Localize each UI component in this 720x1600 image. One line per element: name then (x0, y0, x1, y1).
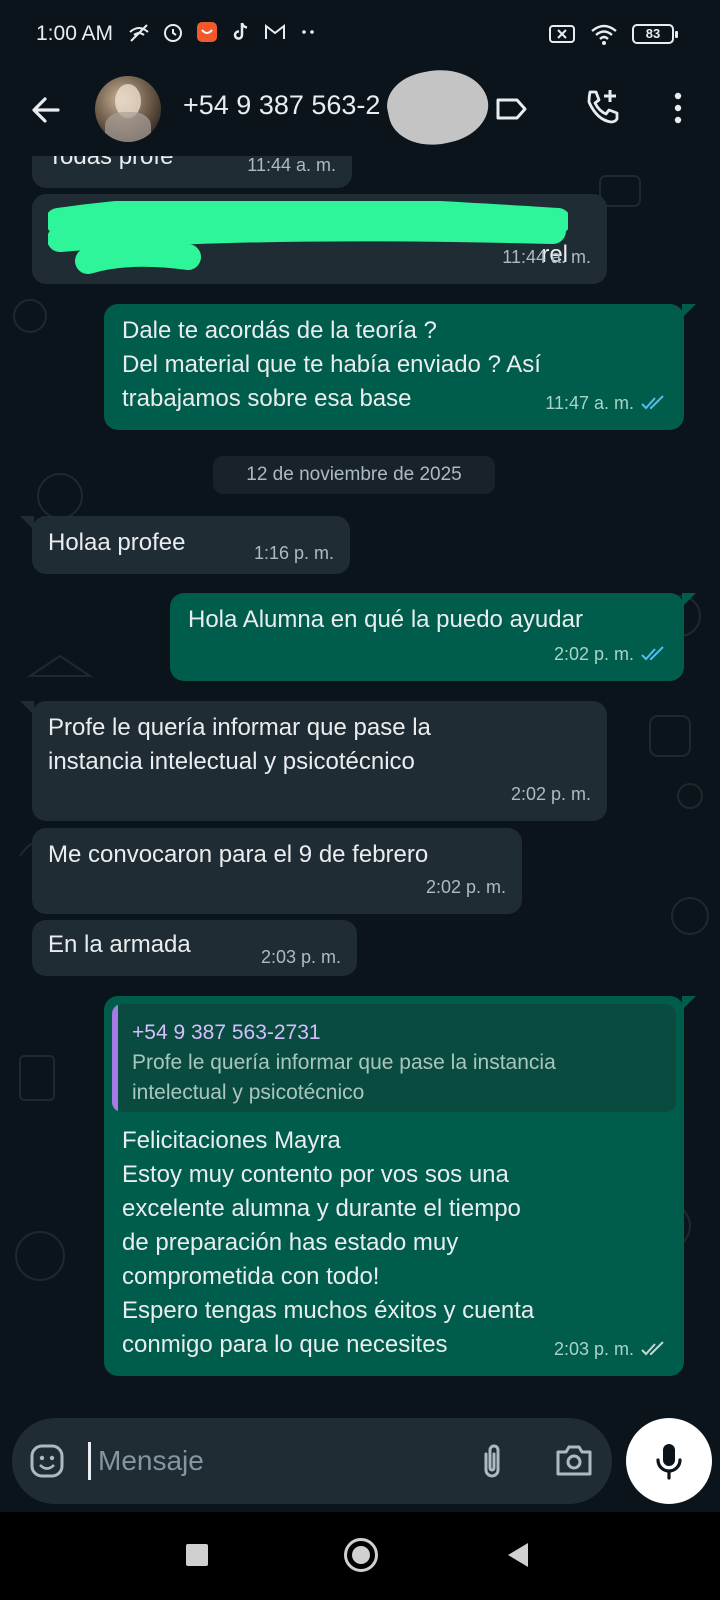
redaction-blob (381, 60, 495, 154)
message-text: Me convocaron para el 9 de febrero (48, 841, 429, 868)
message-bubble-incoming[interactable]: Todas profe 11:44 a. m. (32, 156, 352, 188)
message-input[interactable] (98, 1434, 458, 1488)
read-ticks-icon (641, 646, 664, 661)
message-bubble-incoming[interactable]: Profe le quería informar que pase la ins… (20, 701, 607, 821)
redaction-scribble (48, 201, 568, 274)
back-button[interactable] (508, 1543, 528, 1567)
more-dots-icon (302, 30, 314, 34)
message-time: 2:02 p. m. (511, 777, 591, 811)
message-bubble-incoming[interactable]: Holaa profee 1:16 p. m. (20, 516, 350, 574)
message-bubble-incoming[interactable]: En la armada 2:03 p. m. (32, 920, 357, 976)
message-time: 2:02 p. m. (426, 870, 506, 904)
status-time: 1:00 AM (36, 22, 114, 45)
status-bar: 1:00 AM 83 (0, 0, 720, 70)
message-bubble-outgoing[interactable]: +54 9 387 563-2731 Profe le quería infor… (104, 996, 696, 1376)
more-vert-icon[interactable] (660, 88, 696, 128)
message-time: 2:03 p. m. (554, 1332, 668, 1366)
time-label: 1:16 p. m. (253, 543, 334, 563)
message-text: Holaa profee (48, 529, 186, 556)
message-bubble-incoming[interactable]: Me convocaron para el 9 de febrero 2:02 … (32, 828, 522, 914)
app-notification-icon (197, 22, 217, 42)
camera-icon[interactable] (552, 1440, 596, 1482)
label-icon[interactable] (493, 90, 531, 128)
battery-icon: 83 (632, 24, 678, 44)
sim-x-icon (549, 25, 575, 43)
mic-button[interactable] (626, 1418, 712, 1504)
contact-avatar[interactable] (95, 76, 161, 142)
time-label: 11:44 a. m. (247, 156, 336, 175)
attach-icon[interactable] (472, 1440, 512, 1482)
chat-area[interactable]: Todas profe 11:44 a. m. s rel 11:44 a. m… (0, 156, 720, 1416)
message-time: 1:16 p. m. (254, 536, 334, 570)
text-cursor (88, 1442, 91, 1480)
delivered-ticks-icon (641, 1341, 664, 1356)
tiktok-icon (233, 22, 248, 40)
message-text: Hola Alumna en qué la puedo ayudar (188, 606, 583, 633)
emoji-icon[interactable] (28, 1442, 66, 1480)
message-time: 2:03 p. m. (261, 940, 341, 974)
time-label: 2:03 p. m. (553, 1339, 634, 1359)
home-button[interactable] (344, 1538, 378, 1572)
message-time: 11:47 a. m. (545, 386, 668, 420)
wifi-icon (591, 24, 617, 45)
time-label: 11:47 a. m. (545, 393, 634, 413)
message-composer (12, 1418, 612, 1504)
alarm-icon (164, 24, 182, 42)
time-label: 2:03 p. m. (260, 947, 341, 967)
wifi-off-call-icon (129, 24, 149, 42)
status-system-icons: 83 (548, 22, 678, 46)
quote-sender: +54 9 387 563-2731 (132, 1021, 321, 1044)
message-time: 2:02 p. m. (554, 637, 668, 671)
message-text: En la armada (48, 931, 191, 958)
quoted-message[interactable]: +54 9 387 563-2731 Profe le quería infor… (112, 1004, 676, 1112)
message-time: 11:44 a. m. (247, 156, 336, 182)
time-label: 2:02 p. m. (425, 877, 506, 897)
message-bubble-outgoing[interactable]: Dale te acordás de la teoría ? Del mater… (104, 304, 696, 430)
read-ticks-icon (641, 395, 664, 410)
recents-button[interactable] (186, 1544, 208, 1566)
contact-name[interactable]: +54 9 387 563-2 (183, 90, 380, 121)
chat-header: +54 9 387 563-2 (0, 60, 720, 156)
mic-icon (656, 1444, 682, 1480)
gmail-icon (265, 23, 285, 39)
quote-bar (112, 1004, 118, 1112)
time-label: 2:02 p. m. (510, 784, 591, 804)
back-arrow-icon[interactable] (26, 90, 66, 130)
add-call-icon[interactable] (582, 86, 622, 126)
message-text: Profe le quería informar que pase la ins… (48, 714, 431, 775)
message-text: Felicitaciones Mayra Estoy muy contento … (122, 1127, 535, 1358)
time-label: 2:02 p. m. (553, 644, 634, 664)
date-separator: 12 de noviembre de 2025 (213, 456, 495, 494)
message-bubble-outgoing[interactable]: Hola Alumna en qué la puedo ayudar 2:02 … (170, 593, 696, 681)
message-text: Dale te acordás de la teoría ? Del mater… (122, 317, 541, 412)
message-text: Todas profe (48, 156, 174, 170)
system-nav-bar (0, 1512, 720, 1600)
quote-text: Profe le quería informar que pase la ins… (132, 1051, 556, 1104)
status-notification-icons (127, 20, 321, 44)
